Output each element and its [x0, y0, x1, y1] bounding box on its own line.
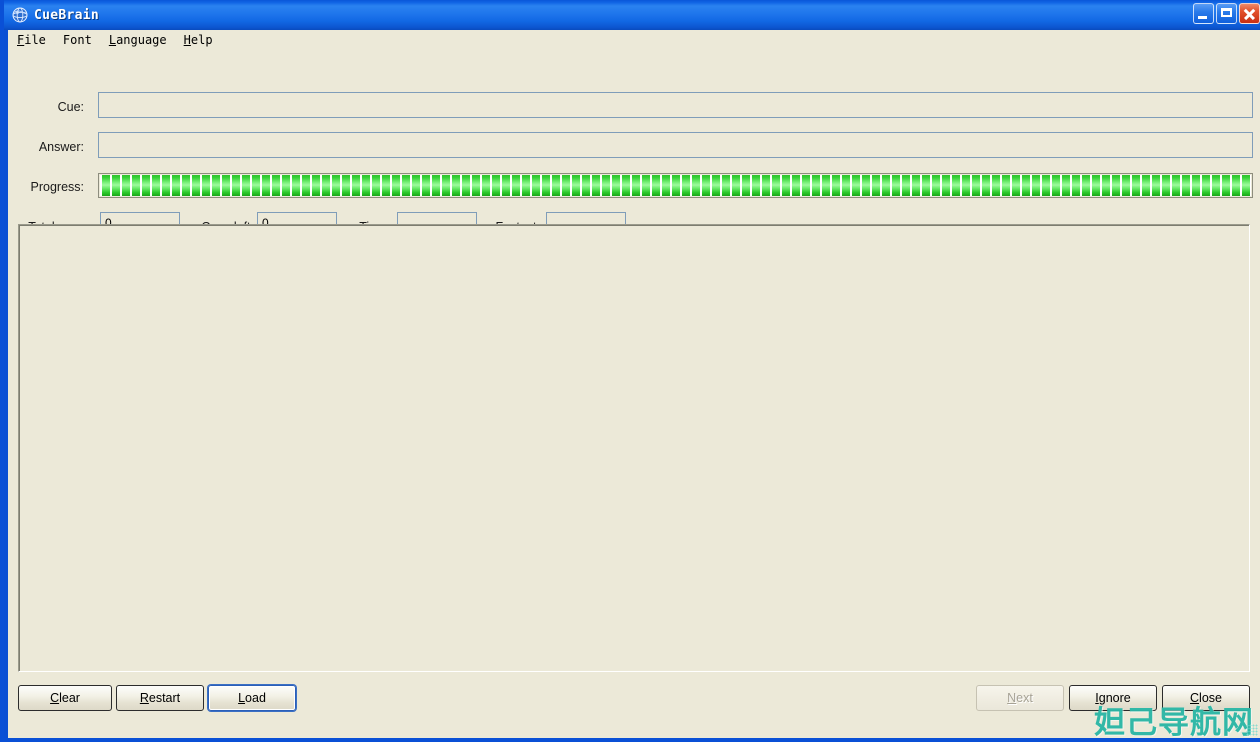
answer-input[interactable] — [98, 132, 1253, 158]
next-button[interactable]: Next — [976, 685, 1064, 711]
watermark-text: 妲己导航网 — [1094, 705, 1254, 738]
cue-input[interactable] — [98, 92, 1253, 118]
close-window-button[interactable] — [1239, 3, 1260, 24]
menu-item-file[interactable]: File — [15, 32, 55, 48]
client-area: File Font Language Help Cue: Answer: Pro… — [8, 30, 1260, 738]
menu-item-font[interactable]: Font — [61, 32, 101, 48]
answer-label: Answer: — [38, 140, 84, 154]
title-bar-left: CueBrain — [12, 0, 99, 30]
progress-bar — [98, 173, 1253, 198]
title-bar[interactable]: CueBrain — [4, 0, 1260, 30]
watermark-dots — [1246, 724, 1258, 736]
restart-button[interactable]: Restart — [116, 685, 204, 711]
minimize-button[interactable] — [1193, 3, 1214, 24]
load-button[interactable]: Load — [208, 685, 296, 711]
maximize-button[interactable] — [1216, 3, 1237, 24]
window-controls — [1193, 3, 1260, 24]
progress-label: Progress: — [30, 180, 85, 194]
cue-label: Cue: — [57, 100, 84, 114]
application-window: CueBrain File Font Language Help Cue: An… — [0, 0, 1260, 742]
progress-bar-fill — [100, 175, 1251, 196]
content-panel[interactable] — [18, 224, 1250, 672]
menu-item-language[interactable]: Language — [107, 32, 176, 48]
globe-icon — [12, 7, 28, 23]
menu-bar: File Font Language Help — [8, 30, 1260, 49]
window-title: CueBrain — [34, 7, 100, 23]
menu-item-help[interactable]: Help — [182, 32, 222, 48]
clear-button[interactable]: Clear — [18, 685, 112, 711]
